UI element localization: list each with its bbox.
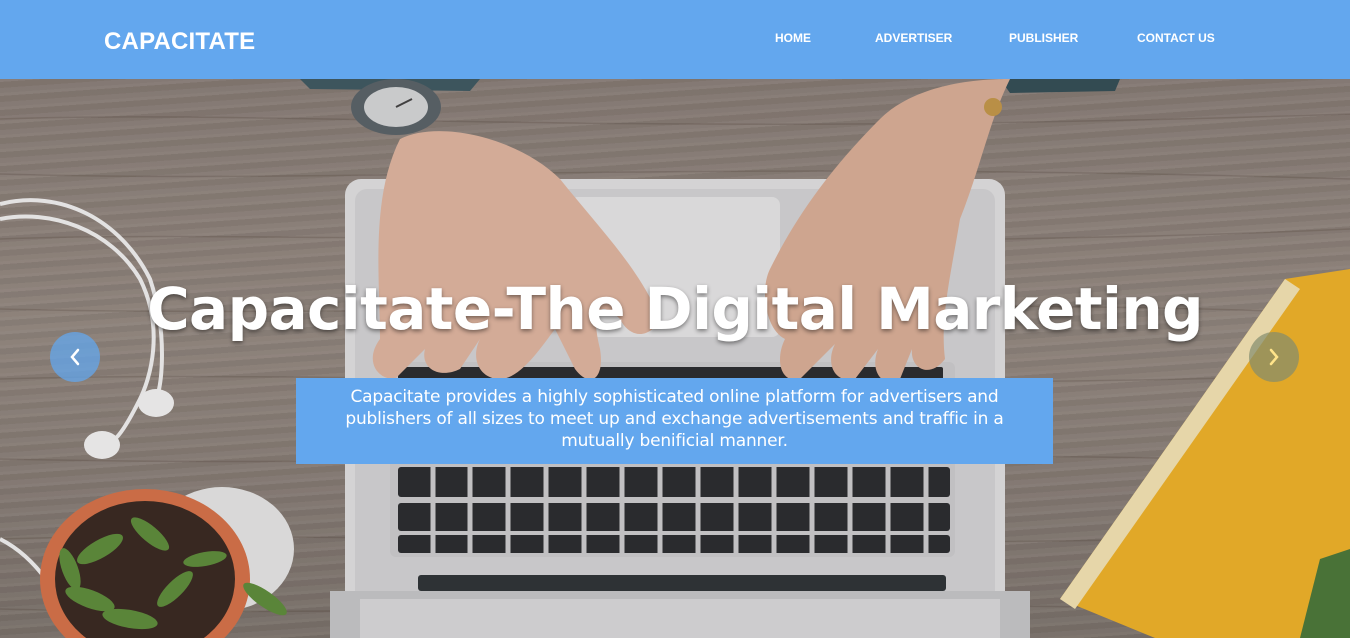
carousel-prev-button[interactable] <box>50 332 100 382</box>
nav-link-home[interactable]: HOME <box>775 31 811 45</box>
chevron-right-icon <box>1269 348 1279 366</box>
brand-logo-link[interactable]: CAPACITATE <box>104 28 255 56</box>
hero-title: Capacitate-The Digital Marketing <box>147 275 1203 343</box>
nav-link-publisher[interactable]: PUBLISHER <box>1009 31 1078 45</box>
carousel-next-button[interactable] <box>1249 332 1299 382</box>
nav-link-contact-us[interactable]: CONTACT US <box>1137 31 1215 45</box>
top-navbar: CAPACITATE HOME ADVERTISER PUBLISHER CON… <box>0 0 1350 79</box>
chevron-left-icon <box>70 348 80 366</box>
hero-caption: Capacitate provides a highly sophisticat… <box>296 378 1053 464</box>
hero-background-photo <box>0 79 1350 638</box>
nav-link-advertiser[interactable]: ADVERTISER <box>875 31 952 45</box>
hero-carousel: Capacitate-The Digital Marketing Capacit… <box>0 79 1350 638</box>
